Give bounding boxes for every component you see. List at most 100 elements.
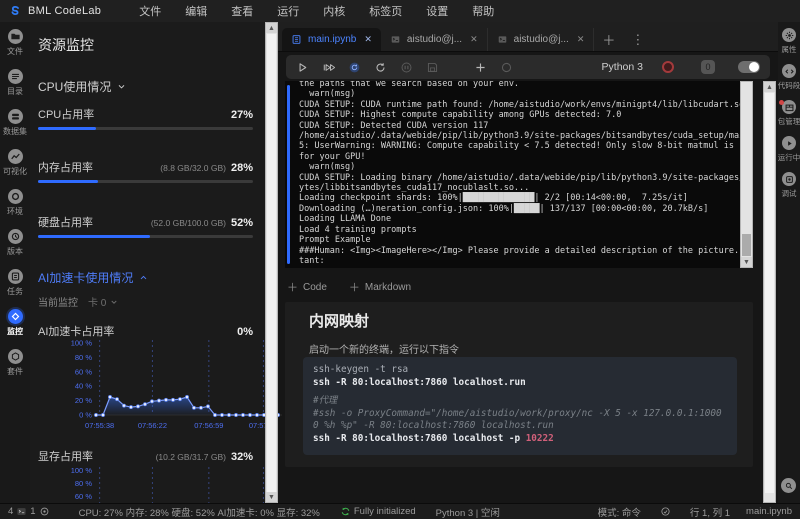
- sync-icon: [340, 506, 351, 517]
- code-line: ssh -R 80:localhost:7860 localhost -p 10…: [313, 432, 554, 444]
- sidebar-item-label: 文件: [7, 47, 23, 56]
- metric-detail: (52.0 GB/100.0 GB): [150, 218, 226, 228]
- tab-aistudio@j...[interactable]: aistudio@j... ✕: [488, 28, 595, 51]
- new-tab-button[interactable]: ＋: [594, 28, 623, 51]
- tab-close-icon[interactable]: ✕: [577, 34, 585, 45]
- add-markdown-cell-button[interactable]: ＋ Markdown: [349, 279, 411, 295]
- ai-section-header[interactable]: AI加速卡使用情况: [38, 269, 148, 286]
- run-all-button[interactable]: [322, 61, 335, 74]
- tab-label: main.ipynb: [308, 34, 357, 45]
- markdown-heading: 内网映射: [309, 313, 370, 330]
- notifications-icon[interactable]: [660, 506, 671, 517]
- sidebar-item-调试[interactable]: 调试: [778, 166, 800, 202]
- kernel-name[interactable]: Python 3: [602, 61, 643, 73]
- metric-value: 28%: [230, 162, 253, 174]
- keyboard-mode-button[interactable]: 0: [701, 60, 715, 74]
- sidebar-item-label: 调试: [781, 189, 797, 198]
- left-panel-scrollbar[interactable]: ▲ ▼: [265, 22, 278, 503]
- add-code-cell-button[interactable]: ＋ Code: [287, 279, 327, 295]
- tab-close-icon[interactable]: ✕: [470, 34, 478, 45]
- notebook-scrollbar[interactable]: ▲: [763, 81, 776, 503]
- console-line: Prompt Example: [299, 235, 371, 246]
- console-line: Loading LLAMA Done: [299, 214, 392, 225]
- chevron-down-icon: [118, 85, 125, 89]
- run-cell-button[interactable]: [296, 61, 309, 74]
- terminal-count[interactable]: 4: [8, 506, 13, 517]
- sidebar-item-label: 数据集: [3, 127, 27, 136]
- bml-logo-icon: [8, 4, 22, 18]
- menu-items: 文件 编辑 查看 运行 内核 标签页 设置 帮助: [127, 3, 506, 19]
- properties-icon: [782, 28, 796, 42]
- save-button[interactable]: [426, 61, 439, 74]
- restart-kernel-button[interactable]: [348, 61, 361, 74]
- tab-more-icon[interactable]: ⋮: [623, 28, 652, 51]
- menu-item-标签页[interactable]: 标签页: [357, 3, 414, 19]
- svg-text:40 %: 40 %: [75, 382, 92, 391]
- menu-item-设置[interactable]: 设置: [414, 3, 460, 19]
- panel-title: 资源监控: [38, 37, 94, 53]
- visualization-icon: [7, 149, 23, 164]
- sidebar-item-包管理[interactable]: 包管理: [778, 94, 800, 130]
- sidebar-item-版本[interactable]: 版本: [0, 222, 30, 262]
- sidebar-item-label: 监控: [7, 327, 23, 336]
- sidebar-item-任务[interactable]: 任务: [0, 262, 30, 302]
- sidebar-item-代码段[interactable]: 代码段: [778, 58, 800, 94]
- console-line: 5: UserWarning: WARNING: Compute capabil…: [299, 141, 740, 152]
- sidebar-item-可视化[interactable]: 可视化: [0, 142, 30, 182]
- menu-item-查看[interactable]: 查看: [219, 3, 265, 19]
- output-cell[interactable]: the paths that we search based on your e…: [285, 81, 740, 268]
- menu-item-文件[interactable]: 文件: [127, 3, 173, 19]
- console-line: CUDA SETUP: Detected CUDA version 117: [299, 120, 489, 131]
- sidebar-item-监控[interactable]: 监控: [0, 302, 30, 342]
- status-bar: 4 1 CPU: 27% 内存: 28% 硬盘: 52% AI加速卡: 0% 显…: [0, 503, 800, 519]
- sidebar-item-label: 目录: [7, 87, 23, 96]
- kernel-icon: [39, 506, 50, 517]
- kernel-busy-indicator: [662, 61, 674, 73]
- interrupt-kernel-button[interactable]: [400, 61, 413, 74]
- clear-output-button[interactable]: [500, 61, 513, 74]
- cell-action-bar: ＋ Code ＋ Markdown: [287, 279, 411, 295]
- sidebar-item-套件[interactable]: 套件: [0, 342, 30, 382]
- add-cell-button[interactable]: [474, 61, 487, 74]
- tab-close-icon[interactable]: ✕: [364, 34, 372, 45]
- init-status: Fully initialized: [353, 506, 416, 517]
- sidebar-item-label: 任务: [7, 287, 23, 296]
- sidebar-item-环境[interactable]: 环境: [0, 182, 30, 222]
- console-line: Downloading (…)neration_config.json: 100…: [299, 203, 709, 214]
- sidebar-item-label: 包管理: [777, 117, 800, 126]
- refresh-button[interactable]: [374, 61, 387, 74]
- sidebar-item-属性[interactable]: 属性: [778, 22, 800, 58]
- markdown-code-block: ssh-keygen -t rsa ssh -R 80:localhost:786…: [303, 357, 737, 455]
- metric-label: CPU占用率: [38, 109, 95, 121]
- console-line: tant:: [299, 255, 325, 266]
- menu-item-内核[interactable]: 内核: [311, 3, 357, 19]
- search-icon[interactable]: [781, 478, 796, 493]
- svg-text:0 %: 0 %: [79, 411, 92, 420]
- menu-item-运行[interactable]: 运行: [265, 3, 311, 19]
- card-select-dropdown[interactable]: 卡 0: [88, 294, 118, 309]
- sidebar-item-文件[interactable]: 文件: [0, 22, 30, 62]
- sidebar-item-目录[interactable]: 目录: [0, 62, 30, 102]
- tab-main.ipynb[interactable]: main.ipynb ✕: [282, 28, 381, 51]
- simple-mode-toggle[interactable]: [738, 61, 760, 73]
- console-line: ###Human: <Img><ImageHere></Img> Please …: [299, 245, 740, 256]
- tab-label: aistudio@j...: [406, 34, 463, 45]
- kernel-status[interactable]: Python 3 | 空闲: [436, 505, 500, 519]
- mode-indicator: 模式: 命令: [597, 507, 641, 519]
- dataset-icon: [7, 109, 23, 124]
- menu-item-编辑[interactable]: 编辑: [173, 3, 219, 19]
- markdown-cell[interactable]: 内网映射 启动一个新的终端，运行以下指令 ssh-keygen -t rsa ss…: [285, 302, 753, 467]
- metric-label: 内存占用率: [38, 162, 93, 174]
- snippet-icon: [782, 64, 796, 78]
- progress-bar-fill: [38, 180, 99, 183]
- kernel-count[interactable]: 1: [30, 506, 35, 517]
- output-scrollbar[interactable]: ▼: [740, 81, 753, 268]
- tab-aistudio@j...[interactable]: aistudio@j... ✕: [381, 28, 488, 51]
- menu-item-帮助[interactable]: 帮助: [460, 3, 506, 19]
- sidebar-item-数据集[interactable]: 数据集: [0, 102, 30, 142]
- sidebar-item-运行中[interactable]: 运行中: [778, 130, 800, 166]
- progress-bar: [38, 180, 253, 183]
- sidebar-item-label: 属性: [781, 45, 797, 54]
- code-line: ssh-keygen -t rsa: [313, 364, 409, 375]
- cpu-section-header[interactable]: CPU使用情况: [38, 78, 126, 95]
